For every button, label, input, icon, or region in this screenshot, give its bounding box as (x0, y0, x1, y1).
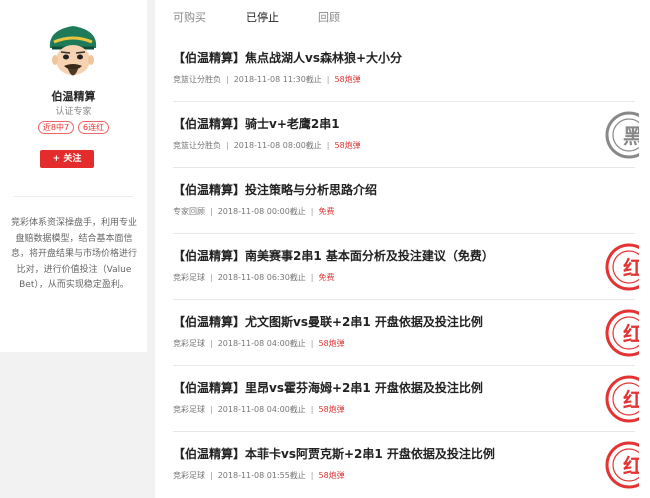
expert-role: 认证专家 (55, 107, 92, 117)
plan-price: 免费 (318, 273, 335, 282)
record-tag-recent: 近8中7 (37, 121, 75, 134)
meta-separator: | (310, 339, 314, 348)
plan-title[interactable]: 【伯温精算】里昂vs霍芬海姆+2串1 开盘依据及投注比例 (173, 379, 483, 396)
meta-separator: | (226, 75, 229, 84)
tab-bar: 可购买 已停止 回顾 (155, 0, 650, 32)
plan-meta: 竞篮让分胜负 | 2018-11-08 11:30截止 | 58炮弹 (173, 74, 361, 85)
plan-title[interactable]: 【伯温精算】本菲卡vs阿贾克斯+2串1 开盘依据及投注比例 (173, 445, 495, 462)
plan-deadline: 2018-11-08 00:00截止 (217, 207, 306, 216)
meta-separator: | (326, 141, 330, 150)
meta-separator: | (310, 207, 314, 216)
plan-meta: 竞彩足球 | 2018-11-08 04:00截止 | 58炮弹 (173, 338, 345, 349)
red-result-stamp-icon: 红 (599, 374, 639, 424)
plan-title[interactable]: 【伯温精算】南美赛事2串1 基本面分析及投注建议（免费） (173, 247, 494, 264)
meta-separator: | (326, 75, 330, 84)
plan-list-item[interactable]: 【伯温精算】里昂vs霍芬海姆+2串1 开盘依据及投注比例竞彩足球 | 2018-11… (173, 366, 639, 432)
plan-category: 竞篮让分胜负 (173, 75, 221, 84)
meta-separator: | (310, 405, 314, 414)
plan-price: 58炮弹 (334, 75, 361, 84)
svg-text:红: 红 (623, 256, 639, 280)
plan-title[interactable]: 【伯温精算】投注策略与分析思路介绍 (173, 181, 377, 198)
plan-category: 竞彩足球 (173, 339, 205, 348)
plan-price: 58炮弹 (318, 339, 345, 348)
record-tag-streak: 6连红 (78, 121, 110, 134)
expert-avatar[interactable] (40, 22, 106, 84)
plan-list-item[interactable]: 【伯温精算】投注策略与分析思路介绍专家回顾 | 2018-11-08 00:00截止… (173, 168, 635, 234)
plan-list-item[interactable]: 【伯温精算】焦点战湖人vs森林狼+大小分竞篮让分胜负 | 2018-11-08 11… (173, 36, 635, 102)
plan-deadline: 2018-11-08 01:55截止 (217, 471, 306, 480)
meta-separator: | (210, 405, 213, 414)
tab-available[interactable]: 可购买 (173, 9, 206, 25)
divider (14, 196, 133, 197)
plan-meta: 专家回顾 | 2018-11-08 00:00截止 | 免费 (173, 206, 335, 217)
plan-meta: 竞彩足球 | 2018-11-08 06:30截止 | 免费 (173, 272, 335, 283)
plan-meta: 竞篮让分胜负 | 2018-11-08 08:00截止 | 58炮弹 (173, 140, 361, 151)
plan-category: 专家回顾 (173, 207, 205, 216)
plan-deadline: 2018-11-08 06:30截止 (217, 273, 306, 282)
plan-list-item[interactable]: 【伯温精算】本菲卡vs阿贾克斯+2串1 开盘依据及投注比例竞彩足球 | 2018-1… (173, 432, 639, 498)
expert-name: 伯温精算 (51, 90, 96, 103)
tab-review[interactable]: 回顾 (318, 9, 340, 25)
svg-text:红: 红 (623, 388, 639, 412)
record-tags: 近8中7 6连红 (0, 121, 147, 134)
red-result-stamp-icon: 红 (599, 242, 639, 292)
plan-list-item[interactable]: 【伯温精算】南美赛事2串1 基本面分析及投注建议（免费） 竞彩足球 | 2018-11… (173, 234, 639, 300)
meta-separator: | (210, 339, 213, 348)
plan-deadline: 2018-11-08 04:00截止 (217, 339, 306, 348)
meta-separator: | (210, 273, 213, 282)
plan-title[interactable]: 【伯温精算】焦点战湖人vs森林狼+大小分 (173, 49, 402, 66)
red-result-stamp-icon: 红 (599, 308, 639, 358)
expert-profile-panel: 伯温精算 认证专家 近8中7 6连红 + 关注 竞彩体系资深操盘手，利用专业盘赔… (0, 0, 147, 352)
plan-title[interactable]: 【伯温精算】骑士v+老鹰2串1 (173, 115, 340, 132)
tab-stopped[interactable]: 已停止 (246, 9, 279, 25)
follow-button[interactable]: + 关注 (40, 150, 94, 168)
plan-list-item[interactable]: 【伯温精算】尤文图斯vs曼联+2串1 开盘依据及投注比例竞彩足球 | 2018-11… (173, 300, 639, 366)
plan-list-item[interactable]: 【伯温精算】骑士v+老鹰2串1 竞篮让分胜负 | 2018-11-08 08:00截止… (173, 102, 639, 168)
plan-deadline: 2018-11-08 11:30截止 (233, 75, 322, 84)
plan-category: 竞彩足球 (173, 405, 205, 414)
meta-separator: | (310, 471, 314, 480)
red-result-stamp-icon: 红 (599, 440, 639, 490)
plan-price: 58炮弹 (318, 405, 345, 414)
plan-price: 58炮弹 (334, 141, 361, 150)
plan-list-panel: 可购买 已停止 回顾 【伯温精算】焦点战湖人vs森林狼+大小分竞篮让分胜负 | 20… (155, 0, 650, 498)
meta-separator: | (210, 207, 213, 216)
svg-text:红: 红 (623, 322, 639, 346)
plan-deadline: 2018-11-08 04:00截止 (217, 405, 306, 414)
plan-deadline: 2018-11-08 08:00截止 (233, 141, 322, 150)
meta-separator: | (310, 273, 314, 282)
svg-text:红: 红 (623, 454, 639, 478)
plan-category: 竞彩足球 (173, 273, 205, 282)
plan-meta: 竞彩足球 | 2018-11-08 04:00截止 | 58炮弹 (173, 404, 345, 415)
meta-separator: | (226, 141, 229, 150)
plan-meta: 竞彩足球 | 2018-11-08 01:55截止 | 58炮弹 (173, 470, 345, 481)
plan-price: 58炮弹 (318, 471, 345, 480)
plan-price: 免费 (318, 207, 335, 216)
svg-text:黑: 黑 (623, 124, 639, 148)
plan-category: 竞彩足球 (173, 471, 205, 480)
plan-title[interactable]: 【伯温精算】尤文图斯vs曼联+2串1 开盘依据及投注比例 (173, 313, 483, 330)
expert-bio: 竞彩体系资深操盘手，利用专业盘赔数据模型，结合基本面信息，将开盘结果与市场价格进… (10, 218, 137, 290)
black-result-stamp-icon: 黑 (599, 110, 639, 160)
plan-category: 竞篮让分胜负 (173, 141, 221, 150)
meta-separator: | (210, 471, 213, 480)
